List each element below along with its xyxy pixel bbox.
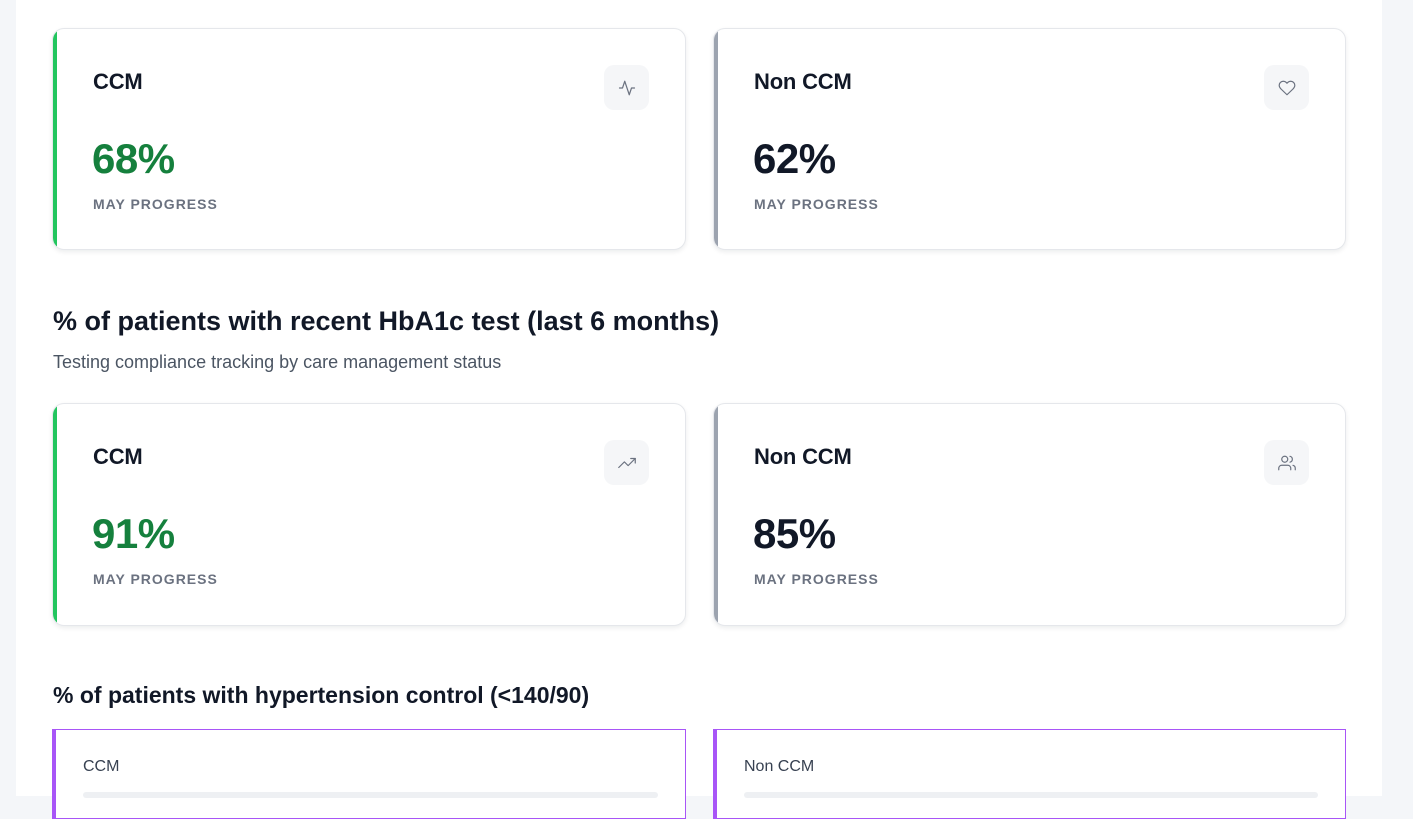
card-value: 62% [753,135,836,182]
card-label: CCM [83,758,120,775]
card-subtitle: MAY PROGRESS [93,571,218,587]
ccm-hypertension-card: CCM [52,729,686,819]
card-subtitle: MAY PROGRESS [754,196,879,212]
section-title: % of patients with recent HbA1c test (la… [53,306,720,336]
card-subtitle: MAY PROGRESS [93,196,218,212]
progress-track [83,792,658,798]
card-value: 85% [753,510,836,557]
card-value: 68% [92,135,175,182]
progress-track [744,792,1318,798]
non-ccm-hypertension-card: Non CCM [713,729,1346,819]
card-subtitle: MAY PROGRESS [754,571,879,587]
card-title: Non CCM [754,69,852,94]
ccm-metric-card: CCM 68% MAY PROGRESS [52,28,686,250]
non-ccm-accent-bar [714,404,718,625]
ccm-accent-bar [53,404,57,625]
users-icon [1264,440,1309,485]
section-subtitle: Testing compliance tracking by care mana… [53,352,502,372]
activity-icon [604,65,649,110]
non-ccm-metric-card: Non CCM 62% MAY PROGRESS [713,28,1346,250]
heart-icon [1264,65,1309,110]
ccm-accent-bar [53,29,57,249]
section-title: % of patients with hypertension control … [53,682,590,708]
card-title: CCM [93,444,143,469]
card-value: 91% [92,510,175,557]
non-ccm-accent-bar [714,29,718,249]
ccm-metric-card: CCM 91% MAY PROGRESS [52,403,686,626]
card-title: Non CCM [754,444,852,469]
non-ccm-metric-card: Non CCM 85% MAY PROGRESS [713,403,1346,626]
card-label: Non CCM [744,758,815,775]
trending-up-icon [604,440,649,485]
card-title: CCM [93,69,143,94]
